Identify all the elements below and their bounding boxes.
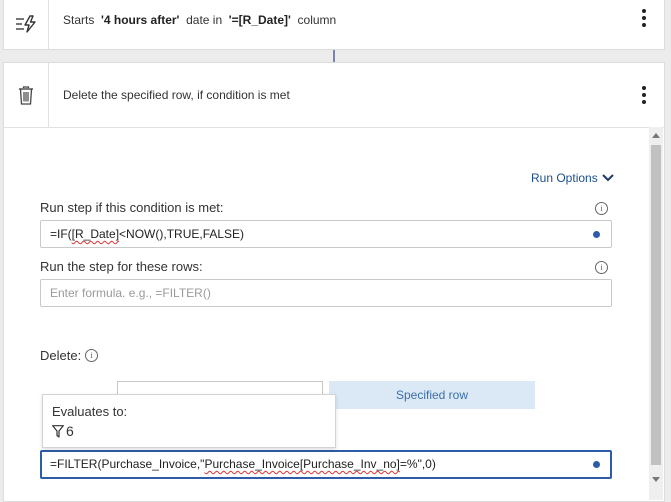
step-menu-button[interactable] xyxy=(642,86,646,104)
kebab-menu-icon xyxy=(642,86,646,90)
step-header[interactable]: Delete the specified row, if condition i… xyxy=(4,63,664,128)
trigger-icon-cell xyxy=(4,0,49,49)
step-icon-cell xyxy=(4,63,49,127)
trigger-menu-button[interactable] xyxy=(642,9,646,27)
evaluation-tooltip: Evaluates to: 6 xyxy=(42,394,336,448)
info-icon[interactable]: i xyxy=(595,202,608,215)
condition-label: Run step if this condition is met: xyxy=(40,200,224,215)
rows-label: Run the step for these rows: xyxy=(40,259,203,274)
scrollbar-thumb[interactable] xyxy=(651,145,661,465)
filter-icon xyxy=(52,424,64,438)
info-icon[interactable]: i xyxy=(595,261,608,274)
scroll-down-arrow[interactable] xyxy=(652,477,660,482)
info-icon[interactable]: i xyxy=(85,349,98,362)
trigger-description: Starts '4 hours after' date in '=[R_Date… xyxy=(63,13,337,27)
row-formula-input[interactable]: =FILTER(Purchase_Invoice,"Purchase_Invoi… xyxy=(40,450,612,479)
formula-status-dot xyxy=(593,461,600,468)
trash-icon xyxy=(19,85,33,105)
trigger-card[interactable]: Starts '4 hours after' date in '=[R_Date… xyxy=(3,0,665,50)
kebab-menu-icon xyxy=(642,9,646,13)
step-title: Delete the specified row, if condition i… xyxy=(63,88,290,102)
delete-option-specified-row[interactable]: Specified row xyxy=(329,381,535,409)
chevron-down-icon xyxy=(601,174,614,182)
delete-label: Delete: xyxy=(40,348,82,363)
run-options-label: Run Options xyxy=(531,171,598,185)
lightning-list-icon xyxy=(16,15,36,33)
scrollbar[interactable] xyxy=(649,127,663,500)
rows-formula-input[interactable]: Enter formula. e.g., =FILTER() xyxy=(40,279,612,307)
formula-status-dot xyxy=(593,231,600,238)
scroll-up-arrow[interactable] xyxy=(652,133,660,138)
tooltip-title: Evaluates to: xyxy=(52,404,128,419)
tooltip-value: 6 xyxy=(52,423,74,439)
flow-connector xyxy=(333,50,335,62)
condition-input[interactable]: =IF([R_Date]<NOW(),TRUE,FALSE) xyxy=(40,220,612,248)
run-options-toggle[interactable]: Run Options xyxy=(531,171,614,185)
